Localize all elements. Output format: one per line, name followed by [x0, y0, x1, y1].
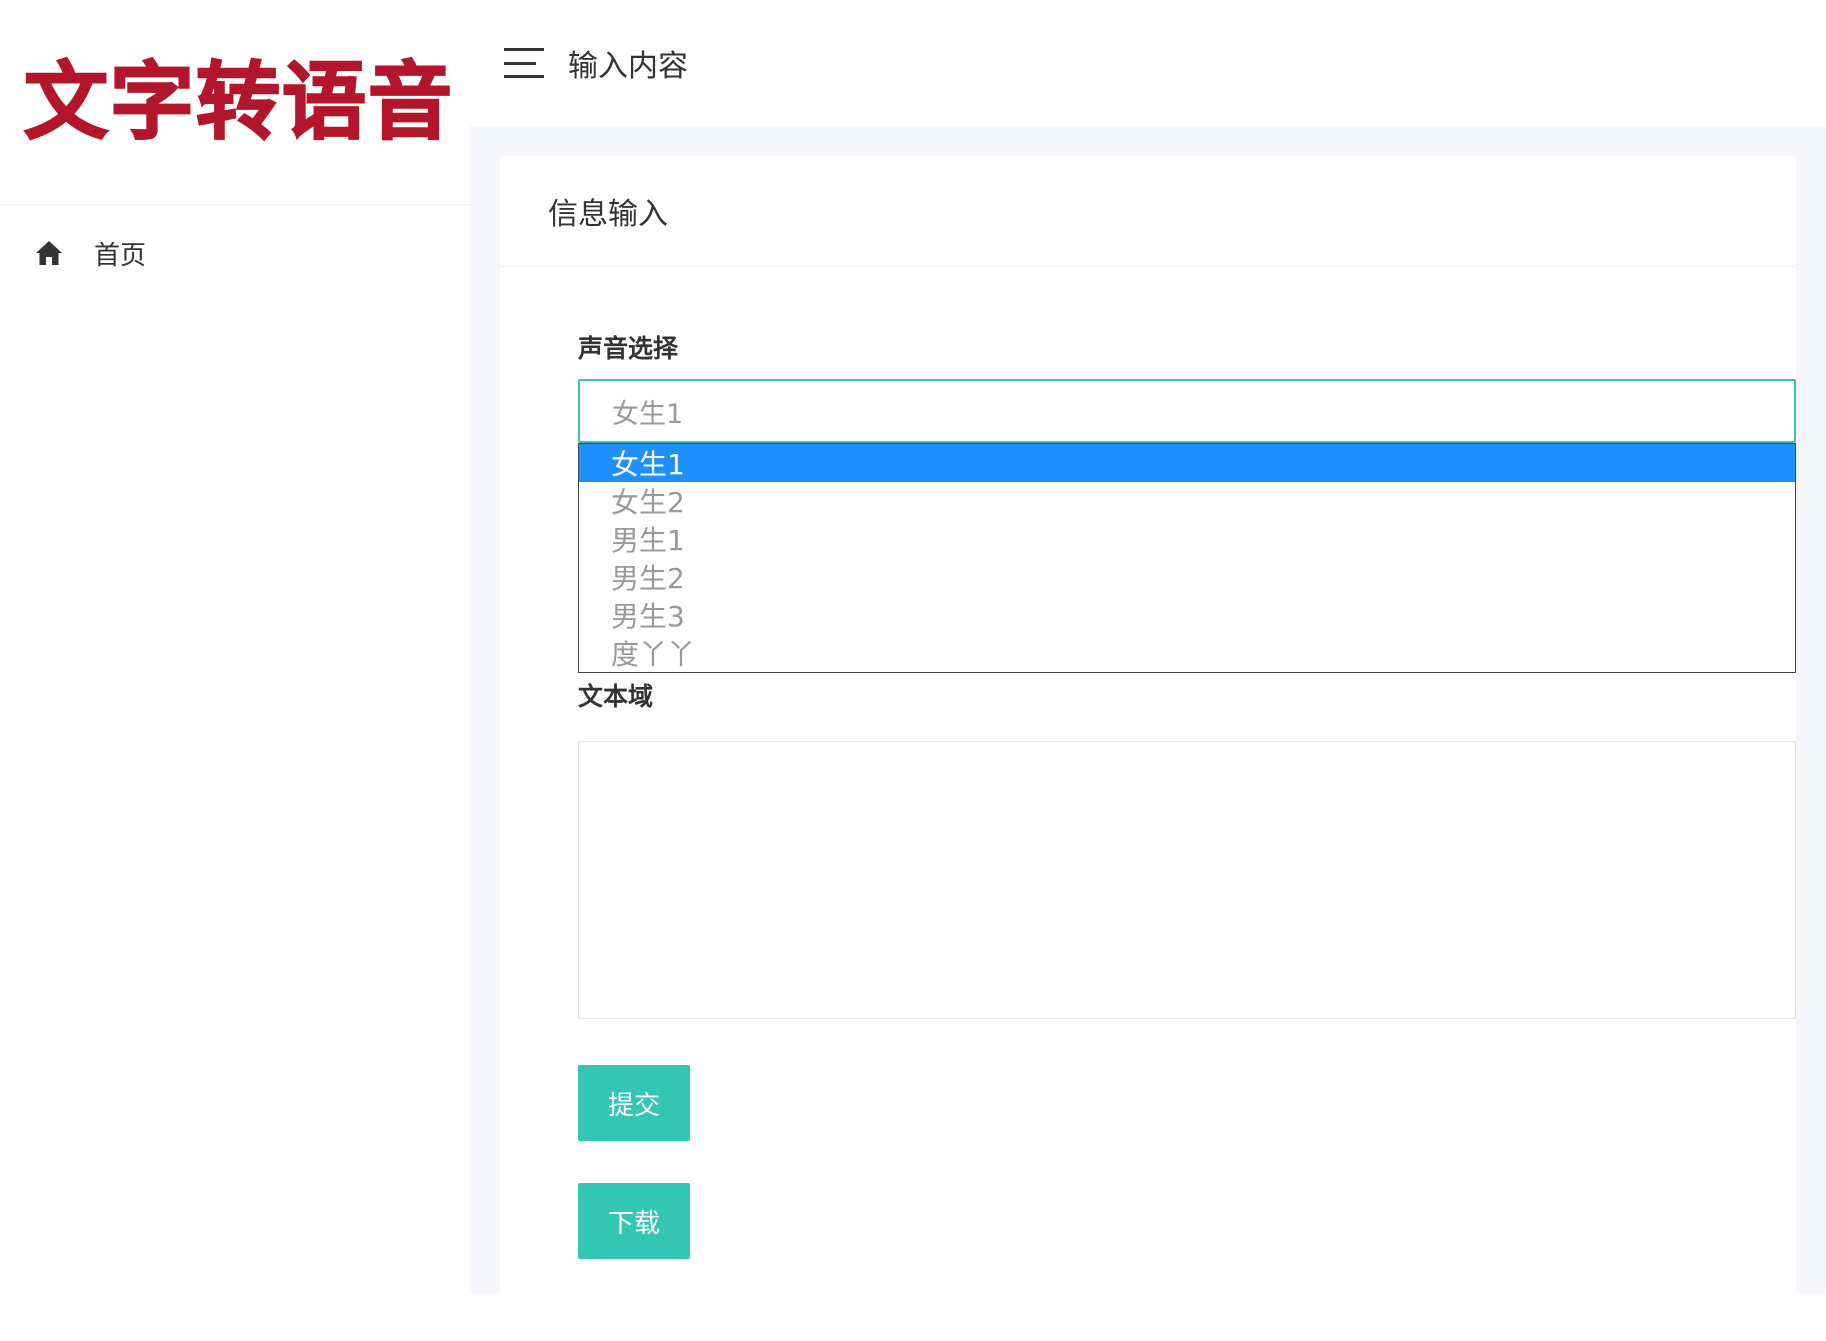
voice-option[interactable]: 女生1: [579, 444, 1795, 482]
voice-option[interactable]: 男生1: [579, 520, 1795, 558]
sidebar: 文字转语音 首页: [0, 0, 470, 1293]
submit-button[interactable]: 提交: [578, 1065, 690, 1141]
voice-label: 声音选择: [578, 334, 679, 363]
voice-option[interactable]: 男生2: [579, 558, 1795, 596]
hamburger-menu-icon[interactable]: [504, 48, 544, 78]
logo[interactable]: 文字转语音: [0, 0, 470, 205]
voice-option[interactable]: 度丫丫: [579, 634, 1795, 672]
form-card: 信息输入 声音选择 女生1 女生1 女生2 男生1 男生2 男生3 度丫丫 文本…: [500, 156, 1796, 1293]
voice-select[interactable]: 女生1: [578, 379, 1796, 443]
topbar: 输入内容: [470, 0, 1826, 126]
logo-text: 文字转语音: [23, 53, 455, 151]
text-input-area[interactable]: [578, 741, 1796, 1019]
voice-dropdown: 女生1 女生2 男生1 男生2 男生3 度丫丫: [578, 443, 1796, 673]
card-title: 信息输入: [500, 156, 1796, 267]
card-body: 声音选择 女生1 女生1 女生2 男生1 男生2 男生3 度丫丫 文本域 提交 …: [500, 267, 1796, 1259]
main-area: 输入内容 信息输入 声音选择 女生1 女生1 女生2 男生1 男生2 男生3 度…: [470, 0, 1826, 1293]
home-icon: [34, 238, 64, 268]
sidebar-item-home[interactable]: 首页: [0, 205, 470, 301]
voice-option[interactable]: 男生3: [579, 596, 1795, 634]
sidebar-item-label: 首页: [94, 240, 147, 271]
text-area-label: 文本域: [578, 682, 654, 711]
voice-option[interactable]: 女生2: [579, 482, 1795, 520]
download-button[interactable]: 下载: [578, 1183, 690, 1259]
topbar-title: 输入内容: [568, 49, 688, 84]
